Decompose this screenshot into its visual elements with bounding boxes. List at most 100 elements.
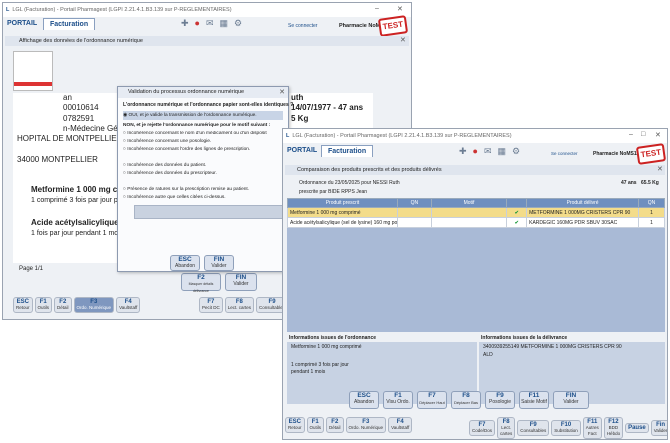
mail-icon[interactable]: ✉	[206, 18, 214, 29]
close-button[interactable]: ✕	[397, 5, 403, 13]
fkey-text: Retour	[16, 305, 30, 310]
back-fkey-f8[interactable]: F8 Lect. cartes	[224, 297, 255, 313]
inner-close-icon[interactable]: ✕	[400, 36, 406, 44]
back-fin-key: FIN	[235, 274, 247, 281]
col-motif[interactable]: Motif	[430, 198, 508, 208]
front-fkey-f8[interactable]: F8 Lect. cartes	[497, 417, 516, 439]
back-fkey-f3[interactable]: F3 Ordo. Numérique	[73, 297, 115, 313]
validation-option-4[interactable]: ○ Incohérence des données du patient.	[123, 163, 206, 168]
page-indicator[interactable]: Page 1/1	[19, 266, 43, 272]
validation-yes-option[interactable]: ◉ OUI, et je valide la transmission de l…	[123, 111, 283, 120]
tab-facturation[interactable]: Facturation	[43, 18, 96, 30]
fin-sub: Valider	[211, 263, 227, 269]
validation-option-7[interactable]: ○ Incohérence autre que celles citées ci…	[123, 195, 226, 200]
front-fkey-f2[interactable]: F2 Détail	[326, 417, 344, 433]
col-qn-1[interactable]: QN	[397, 198, 432, 208]
option-label: Présence de ratures sur la prescription …	[127, 187, 250, 192]
front-fkey-f4[interactable]: F4 Vaultstaff	[388, 417, 413, 433]
fkey-text: Détail	[329, 425, 341, 430]
front-fkey-f7[interactable]: F7 Code/Dos	[469, 420, 496, 436]
col-qn-2[interactable]: QN	[638, 198, 665, 208]
validation-esc-button[interactable]: ESC Abandon	[170, 255, 200, 271]
back-fkey-f4[interactable]: F4 Vaultstaff	[116, 297, 141, 313]
grid-icon[interactable]: ▦	[220, 18, 229, 29]
front-fkey-f10[interactable]: F10 Substitution	[551, 420, 581, 436]
validation-option-3[interactable]: ○ Incohérence concernant l'ordre des lig…	[123, 147, 250, 152]
tab-facturation[interactable]: Facturation	[321, 145, 374, 157]
front-f1-button[interactable]: F1 Visu Ordo.	[383, 391, 413, 409]
comparison-titlebar: Comparaison des produits prescrits et de…	[285, 165, 665, 175]
patient-weight: 65.5 Kg	[641, 180, 659, 186]
front-fkey-esc[interactable]: ESC Retour	[285, 417, 305, 433]
document-thumbnail[interactable]	[13, 51, 53, 91]
front-f7-button[interactable]: F7 Déplacer Haut	[417, 391, 447, 409]
notification-icon[interactable]: ●	[473, 146, 478, 157]
front-fkey-f12[interactable]: F12 BDD Hébdo	[603, 417, 624, 439]
info-ordonnance-title: Informations issues de l'ordonnance	[287, 334, 477, 342]
btn-sub: Visu Ordo.	[386, 399, 410, 405]
front-f11-button[interactable]: F11 Saisie Motif	[519, 391, 549, 409]
f2-hide-details-button[interactable]: F2 Masquer détails délivrance	[181, 273, 221, 293]
test-logo: TEST	[635, 143, 667, 165]
field-num2: 0782591	[63, 114, 95, 123]
radio-icon: ○	[123, 187, 126, 192]
mail-icon[interactable]: ✉	[484, 146, 492, 157]
validation-no-header: NON, et je rejette l'ordonnance numériqu…	[123, 123, 271, 128]
grid-icon[interactable]: ▦	[498, 146, 507, 157]
restore-button[interactable]: □	[641, 131, 645, 138]
front-fkey-f11[interactable]: F11 Autres Fact	[582, 417, 602, 439]
front-fkey-f1[interactable]: F1 Outils	[306, 417, 325, 433]
tab-portail[interactable]: PORTAIL	[7, 20, 37, 27]
back-fkey-esc[interactable]: ESC Retour	[13, 297, 33, 313]
front-f8-button[interactable]: F8 Déplacer Bas	[451, 391, 481, 409]
close-button[interactable]: ✕	[655, 131, 661, 139]
inner-dialog-title: Affichage des données de l'ordonnance nu…	[19, 38, 143, 44]
table-row[interactable]: Acide acétylsalicylique (sel de lysine) …	[287, 217, 665, 228]
front-f9-button[interactable]: F9 Posologie	[485, 391, 515, 409]
front-window: L LGL (Facturation) - Portail Pharmagest…	[282, 128, 668, 440]
back-fin-button[interactable]: FIN Valider	[225, 273, 257, 291]
back-fkey-f7[interactable]: F7 Pecit DC	[199, 297, 223, 313]
validation-fin-button[interactable]: FIN Valider	[204, 255, 234, 271]
table-row[interactable]: Metformine 1 000 mg comprimé ✔ METFORMIN…	[287, 207, 665, 218]
minimize-button[interactable]: –	[375, 5, 379, 12]
patient-age: 47 ans	[621, 180, 637, 186]
info-ordonnance-l2: 1 comprimé 3 fois par jour	[291, 362, 349, 368]
front-fin-button[interactable]: FIN Valider	[553, 391, 589, 409]
minimize-button[interactable]: –	[629, 131, 633, 138]
comparison-close-icon[interactable]: ✕	[657, 165, 663, 173]
col-delivre[interactable]: Produit délivré	[526, 198, 640, 208]
option-label: Incohérence autre que celles citées ci-d…	[127, 195, 226, 200]
esc-key: ESC	[178, 256, 192, 263]
tab-portail[interactable]: PORTAIL	[287, 147, 317, 154]
col-prescrit[interactable]: Produit prescrit	[287, 198, 398, 208]
cell-qn-delivre: 1	[638, 207, 665, 218]
front-fkey-pause[interactable]: Pause	[625, 423, 649, 433]
settings-icon[interactable]: ⚙	[234, 18, 242, 29]
validation-dialog: Validation du processus ordonnance numér…	[117, 86, 293, 272]
notification-icon[interactable]: ●	[195, 18, 200, 29]
pharmacy-cross-icon[interactable]: ✚	[459, 146, 467, 157]
back-fkey-f1[interactable]: F1 Outils	[34, 297, 53, 313]
front-esc-button[interactable]: ESC Abandon	[349, 391, 379, 409]
pharmacy-cross-icon[interactable]: ✚	[181, 18, 189, 29]
settings-icon[interactable]: ⚙	[512, 146, 520, 157]
front-fkey-f3[interactable]: F3 Ordo. Numérique	[345, 417, 387, 433]
connect-link[interactable]: Se connecter	[551, 151, 578, 156]
back-fkey-f2[interactable]: F2 Détail	[54, 297, 72, 313]
validation-option-1[interactable]: ○ Incohérence concernant le nom d'un méd…	[123, 131, 285, 136]
front-fkey-f9[interactable]: F9 Consultables	[517, 420, 550, 436]
fkey-text: Valider	[653, 428, 668, 433]
validation-option-5[interactable]: ○ Incohérence des données du prescripteu…	[123, 171, 217, 176]
cell-prescrit: Metformine 1 000 mg comprimé	[287, 207, 398, 218]
f2-key: F2	[197, 274, 205, 281]
connect-link[interactable]: Se connecter	[288, 23, 317, 29]
fin-key: FIN	[213, 256, 225, 263]
validation-option-2[interactable]: ○ Incohérence concernant une posologie.	[123, 139, 211, 144]
table-header-row: Produit prescrit QN Motif Produit délivr…	[287, 198, 665, 208]
validation-option-6[interactable]: ○ Présence de ratures sur la prescriptio…	[123, 187, 249, 192]
validation-comment-field[interactable]	[134, 205, 284, 219]
btn-key: F8	[462, 392, 470, 399]
validation-close-icon[interactable]: ✕	[279, 88, 285, 96]
front-fkey-fin[interactable]: Fin Valider	[650, 420, 668, 436]
